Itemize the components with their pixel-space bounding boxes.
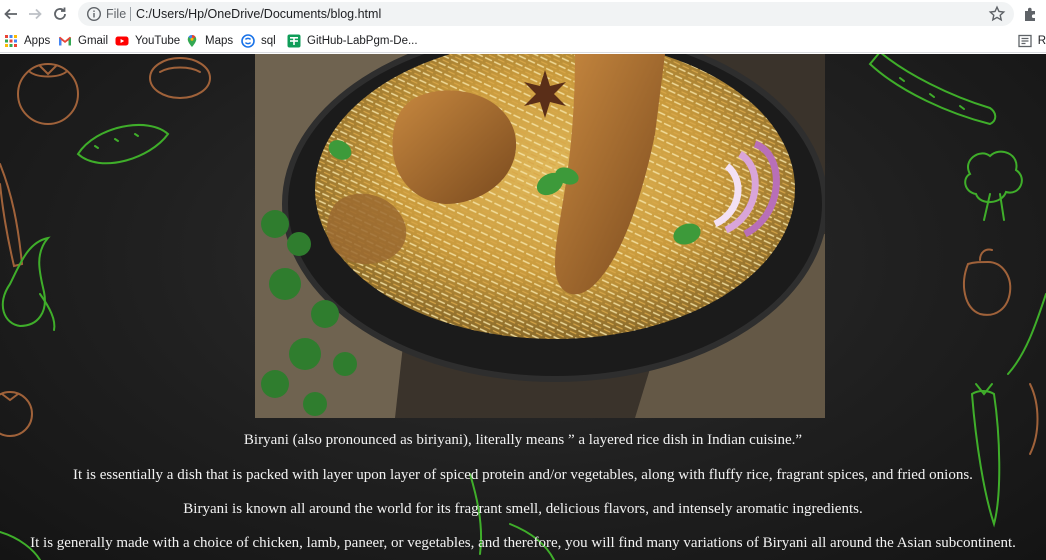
page-viewport: Biryani (also pronounced as biriyani), l… [0,54,1046,560]
pepper-doodle-icon [963,248,1012,316]
bookmark-label: Maps [205,35,234,47]
bookmark-sql[interactable]: sql [241,32,276,50]
bookmark-github-labpgm[interactable]: GitHub-LabPgm-De... [287,32,418,50]
cucumber-doodle-icon [868,54,997,126]
reading-list-icon [1018,34,1032,48]
article-paragraph: Biryani (also pronounced as biriyani), l… [243,432,803,448]
browser-toolbar: File C:/Users/Hp/OneDrive/Documents/blog… [0,0,1046,29]
gmail-icon [58,34,72,48]
bookmark-label: GitHub-LabPgm-De... [307,35,418,47]
info-icon[interactable] [86,6,102,22]
bookmark-label: Gmail [78,35,109,47]
bookmark-gmail[interactable]: Gmail [58,32,108,50]
sql-icon [241,34,255,48]
reading-list-button[interactable]: R [1018,32,1046,50]
url-scheme-label: File [106,7,127,21]
tomato-doodle-icon [17,63,79,125]
chili-doodle-icon [1007,293,1046,375]
maps-icon [185,34,199,48]
url-separator [130,7,131,21]
address-bar[interactable]: File C:/Users/Hp/OneDrive/Documents/blog… [78,2,1014,26]
url-text[interactable]: C:/Users/Hp/OneDrive/Documents/blog.html [136,6,381,22]
bookmarks-bar: Apps Gmail YouTube Maps sql GitHub-LabPg… [0,29,1046,53]
biryani-photo [255,54,825,418]
carrot-doodle-icon [0,163,24,268]
bookmark-label: Apps [24,35,51,47]
bookmark-label: sql [261,35,276,47]
reload-icon[interactable] [49,3,71,25]
article-paragraph: It is generally made with a choice of ch… [30,535,1016,551]
reading-list-label: R [1037,35,1046,47]
tomato-doodle-icon [0,391,33,437]
pepper-doodle-icon [149,57,211,99]
github-icon [287,34,301,48]
apps-grid-icon [4,34,18,48]
article-paragraph: It is essentially a dish that is packed … [73,467,973,483]
broccoli-doodle-icon [964,150,1023,221]
forward-arrow-icon[interactable] [24,3,46,25]
bookmark-youtube[interactable]: YouTube [115,32,180,50]
cucumber-doodle-icon [76,123,170,165]
article-paragraph: Biryani is known all around the world fo… [183,501,863,517]
bookmark-maps[interactable]: Maps [185,32,233,50]
bookmark-star-icon[interactable] [988,5,1006,23]
bookmark-apps[interactable]: Apps [4,32,50,50]
bookmark-label: YouTube [135,35,181,47]
extensions-puzzle-icon[interactable] [1022,5,1040,23]
back-arrow-icon[interactable] [0,3,22,25]
youtube-icon [115,34,129,48]
